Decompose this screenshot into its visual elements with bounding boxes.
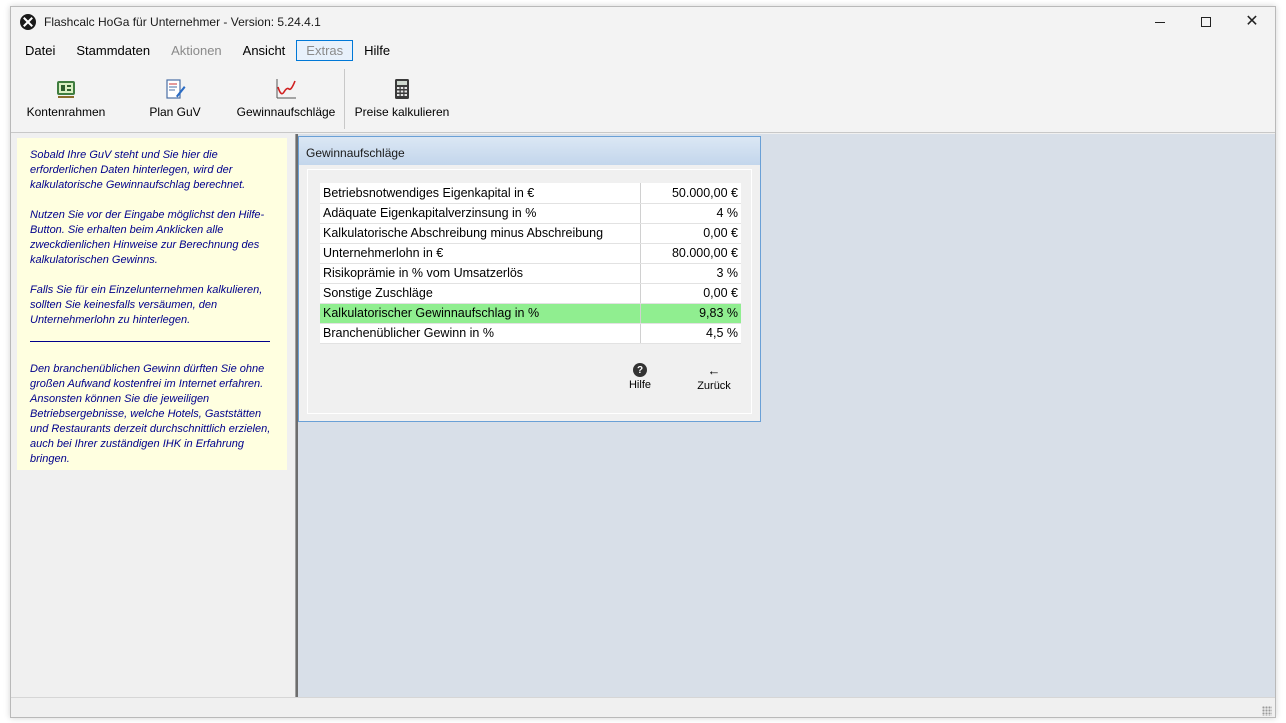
workspace: Gewinnaufschläge Betriebsnotwendiges Eig… [298,134,1275,697]
row-value-input[interactable]: 4 % [640,203,741,224]
menu-bar: Datei Stammdaten Aktionen Ansicht Extras… [11,37,1275,63]
help-icon: ? [633,363,647,377]
status-bar [11,697,1275,717]
app-logo-icon [20,14,36,30]
hilfe-button[interactable]: ? Hilfe [612,363,668,399]
dialog-body: Betriebsnotwendiges Eigenkapital in € 50… [307,169,752,414]
close-button[interactable]: ✕ [1229,7,1275,37]
row-label: Unternehmerlohn in € [320,243,641,264]
gewinnaufschlaege-dialog: Gewinnaufschläge Betriebsnotwendiges Eig… [298,136,761,422]
hint-paragraph-4: Den branchenüblichen Gewinn dürften Sie … [30,363,271,465]
kontenrahmen-label: Kontenrahmen [26,105,106,119]
resize-grip-icon[interactable] [1262,706,1272,716]
row-value-input[interactable]: 50.000,00 € [640,183,741,204]
row-value-input[interactable]: 4,5 % [640,323,741,344]
calculator-icon [395,79,409,99]
gewinnaufschlaege-label: Gewinnaufschläge [236,105,336,119]
menu-stammdaten[interactable]: Stammdaten [66,40,160,61]
line-chart-icon [276,79,296,99]
toolbar: Kontenrahmen Plan GuV Gewinnaufschläge P… [11,63,1275,133]
row-label: Kalkulatorische Abschreibung minus Absch… [320,223,641,244]
ledger-book-icon [57,81,75,98]
kontenrahmen-button[interactable]: Kontenrahmen [26,63,106,133]
hilfe-label: Hilfe [628,379,651,391]
menu-extras[interactable]: Extras [296,39,354,61]
menu-hilfe[interactable]: Hilfe [354,40,400,61]
row-value-input[interactable]: 3 % [640,263,741,284]
row-value-result: 9,83 % [640,303,741,324]
zurueck-label: Zurück [697,380,731,392]
toolbar-separator [344,69,345,129]
zurueck-button[interactable]: ← Zurück [686,363,742,399]
close-icon: ✕ [1245,13,1259,30]
values-table: Betriebsnotwendiges Eigenkapital in € 50… [320,183,741,344]
menu-ansicht[interactable]: Ansicht [233,40,296,61]
table-row: Risikoprämie in % vom Umsatzerlös 3 % [320,263,741,284]
document-edit-icon [166,79,186,99]
title-bar[interactable]: Flashcalc HoGa für Unternehmer - Version… [11,7,1275,37]
table-row: Adäquate Eigenkapitalverzinsung in % 4 % [320,203,741,224]
plan-guv-button[interactable]: Plan GuV [145,63,205,133]
row-label: Adäquate Eigenkapitalverzinsung in % [320,203,641,224]
maximize-icon [1201,17,1211,27]
table-row: Betriebsnotwendiges Eigenkapital in € 50… [320,183,741,204]
window-title: Flashcalc HoGa für Unternehmer - Version… [44,15,321,29]
row-label: Kalkulatorischer Gewinnaufschlag in % [320,303,641,324]
row-value-input[interactable]: 0,00 € [640,223,741,244]
maximize-button[interactable] [1183,7,1229,37]
table-row: Unternehmerlohn in € 80.000,00 € [320,243,741,264]
hint-paragraph-3: Falls Sie für ein Einzelunternehmen kalk… [30,284,263,326]
gewinnaufschlaege-button[interactable]: Gewinnaufschläge [236,63,336,133]
row-label: Betriebsnotwendiges Eigenkapital in € [320,183,641,204]
minimize-icon [1155,21,1165,23]
row-label: Branchenüblicher Gewinn in % [320,323,641,344]
dialog-header[interactable]: Gewinnaufschläge [299,137,760,165]
menu-datei[interactable]: Datei [15,40,65,61]
app-window: Flashcalc HoGa für Unternehmer - Version… [10,6,1276,718]
hint-box: Sobald Ihre GuV steht und Sie hier die e… [17,138,287,470]
row-value-input[interactable]: 0,00 € [640,283,741,304]
minimize-button[interactable] [1137,7,1183,37]
table-row: Kalkulatorische Abschreibung minus Absch… [320,223,741,244]
preise-kalkulieren-label: Preise kalkulieren [354,105,450,119]
left-panel: Sobald Ihre GuV steht und Sie hier die e… [11,134,296,697]
table-row: Sonstige Zuschläge 0,00 € [320,283,741,304]
row-label: Sonstige Zuschläge [320,283,641,304]
hint-paragraph-1: Sobald Ihre GuV steht und Sie hier die e… [30,149,246,191]
menu-aktionen[interactable]: Aktionen [161,40,232,61]
window-controls: ✕ [1137,7,1275,37]
row-value-input[interactable]: 80.000,00 € [640,243,741,264]
hint-paragraph-2: Nutzen Sie vor der Eingabe möglichst den… [30,209,265,266]
table-row: Branchenüblicher Gewinn in % 4,5 % [320,323,741,344]
row-label: Risikoprämie in % vom Umsatzerlös [320,263,641,284]
hint-divider [30,341,270,342]
arrow-left-icon: ← [707,363,721,378]
preise-kalkulieren-button[interactable]: Preise kalkulieren [354,63,450,133]
table-row-result: Kalkulatorischer Gewinnaufschlag in % 9,… [320,303,741,324]
dialog-title: Gewinnaufschläge [306,146,405,160]
plan-guv-label: Plan GuV [149,105,201,119]
